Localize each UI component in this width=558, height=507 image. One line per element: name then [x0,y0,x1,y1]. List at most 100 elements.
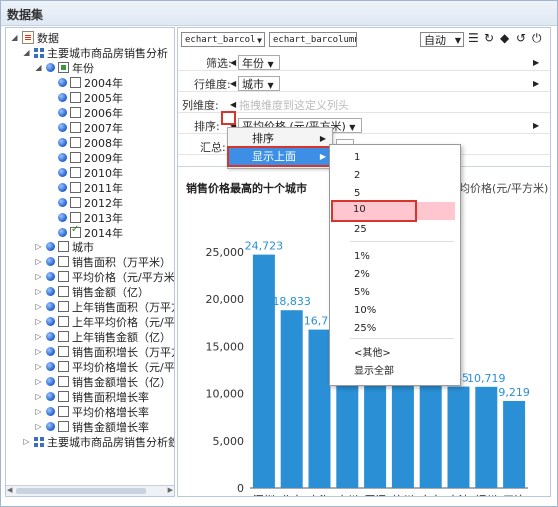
year-group-checkbox[interactable] [58,62,69,73]
top-n-option[interactable]: 1% [330,248,460,266]
field-checkbox[interactable] [58,316,69,327]
tree-year-item[interactable]: 2007年 [58,120,123,135]
tree-field-item[interactable]: ▷ 销售金额（亿） [34,284,149,299]
tree-field-item[interactable]: ▷ 上年销售金额（亿） [34,329,171,344]
field-checkbox[interactable] [58,361,69,372]
expand-icon[interactable]: ▷ [34,347,43,356]
tree-field-item[interactable]: ▷ 平均价格增长（元/平方 [34,359,174,374]
tree-dataset[interactable]: ◢ 主要城市商品房销售分析 [22,45,168,60]
top-n-option[interactable]: 25 [330,221,460,239]
tree-field-item[interactable]: ▷ 城市 [34,239,94,254]
field-checkbox[interactable] [58,391,69,402]
field-checkbox[interactable] [58,331,69,342]
collapse-icon[interactable]: ◢ [10,33,19,42]
chart-name-input[interactable]: echart_barcolumn1 [269,32,357,47]
top-n-option[interactable]: 25% [330,320,460,338]
expand-icon[interactable]: ▷ [34,362,43,371]
template-select[interactable]: echart_barcol ▼ [181,32,265,47]
tree-root[interactable]: ◢ 数据 [10,30,59,45]
bar[interactable] [308,329,331,488]
expand-icon[interactable]: ▷ [34,257,43,266]
tree-field-item[interactable]: ▷ 平均价格（元/平方米） [34,269,174,284]
tag-icon[interactable]: ◆ [500,31,509,45]
refresh-icon[interactable]: ↻ [484,31,494,45]
tree-year-item[interactable]: 2005年 [58,90,123,105]
mode-select[interactable]: 自动 ▼ [420,32,464,47]
tree-horizontal-scrollbar[interactable]: ◀ ▶ [6,485,174,496]
arrow-left-icon[interactable]: ◀ [230,58,236,67]
top-n-option[interactable]: 2% [330,266,460,284]
bar[interactable] [252,254,275,488]
year-checkbox[interactable] [70,92,81,103]
arrow-left-icon[interactable]: ◀ [230,100,236,109]
field-checkbox[interactable] [58,301,69,312]
arrow-right-icon[interactable]: ▶ [533,121,539,130]
top-n-option[interactable]: 1 [330,149,460,167]
tree-year-group[interactable]: ◢ 年份 [34,60,94,75]
year-checkbox[interactable] [70,224,81,238]
undo-icon[interactable]: ↺ [516,31,526,45]
field-checkbox[interactable] [58,346,69,357]
expand-icon[interactable]: ▷ [34,302,43,311]
tree-field-item[interactable]: ▷ 平均价格增长率 [34,404,149,419]
field-checkbox[interactable] [58,376,69,387]
arrow-left-icon[interactable]: ◀ [230,79,236,88]
top-n-option[interactable]: 显示全部 [330,363,460,381]
scroll-right-icon[interactable]: ▶ [168,486,173,494]
field-checkbox[interactable] [58,286,69,297]
collapse-icon[interactable]: ◢ [22,48,31,57]
year-checkbox[interactable] [70,182,81,193]
expand-icon[interactable]: ▷ [34,272,43,281]
tree-field-item[interactable]: ▷ 销售面积（万平米） [34,254,171,269]
expand-icon[interactable]: ▷ [34,317,43,326]
tree-field-item[interactable]: ▷ 上年销售面积（万平方 [34,299,174,314]
tree-year-item[interactable]: 2006年 [58,105,123,120]
expand-icon[interactable]: ▷ [34,332,43,341]
bar[interactable] [503,400,526,488]
top-n-option[interactable]: <其他> [330,345,460,363]
year-checkbox[interactable] [70,77,81,88]
expand-icon[interactable]: ▷ [34,242,43,251]
top-n-option[interactable]: 2 [330,167,460,185]
tree-field-item[interactable]: ▷ 销售面积增长率 [34,389,149,404]
expand-icon[interactable]: ▷ [34,287,43,296]
filter-chip[interactable]: 年份 ▼ [238,55,280,70]
year-checkbox[interactable] [70,167,81,178]
year-checkbox[interactable] [70,107,81,118]
bar[interactable] [475,386,498,488]
expand-icon[interactable]: ▷ [34,392,43,401]
row-dimension-chip[interactable]: 城市 ▼ [238,76,280,91]
scroll-left-icon[interactable]: ◀ [7,486,12,494]
tree-year-item[interactable]: 2012年 [58,195,123,210]
field-checkbox[interactable] [58,241,69,252]
year-checkbox[interactable] [70,197,81,208]
tree-year-item[interactable]: 2009年 [58,150,123,165]
arrow-right-icon[interactable]: ▶ [533,79,539,88]
year-checkbox[interactable] [70,152,81,163]
tree-year-item[interactable]: 2010年 [58,165,123,180]
scroll-thumb[interactable] [16,488,146,494]
expand-icon[interactable]: ▷ [34,377,43,386]
top-n-option[interactable]: 10% [330,302,460,320]
tree-year-item[interactable]: 2011年 [58,180,123,195]
bar[interactable] [419,374,442,488]
tree-field-item[interactable]: ▷ 销售面积增长（万平方 [34,344,174,359]
top-n-option[interactable]: 5% [330,284,460,302]
arrow-right-icon[interactable]: ▶ [533,58,539,67]
expand-icon[interactable]: ▷ [22,437,31,446]
power-icon[interactable]: ⏻ [532,31,542,46]
bar[interactable] [447,386,470,488]
year-checkbox[interactable] [70,212,81,223]
expand-icon[interactable]: ▷ [34,422,43,431]
tree-year-item[interactable]: 2004年 [58,75,123,90]
year-checkbox[interactable] [70,122,81,133]
tree-year-item[interactable]: 2013年 [58,210,123,225]
bar[interactable] [391,370,414,488]
field-checkbox[interactable] [58,406,69,417]
expand-icon[interactable]: ▷ [34,407,43,416]
bar[interactable] [280,310,303,488]
tree-dataset-2[interactable]: ▷ 主要城市商品房销售分析鉄 [22,434,174,449]
sort-arrow-highlight[interactable] [221,111,236,125]
field-checkbox[interactable] [58,421,69,432]
field-checkbox[interactable] [58,271,69,282]
